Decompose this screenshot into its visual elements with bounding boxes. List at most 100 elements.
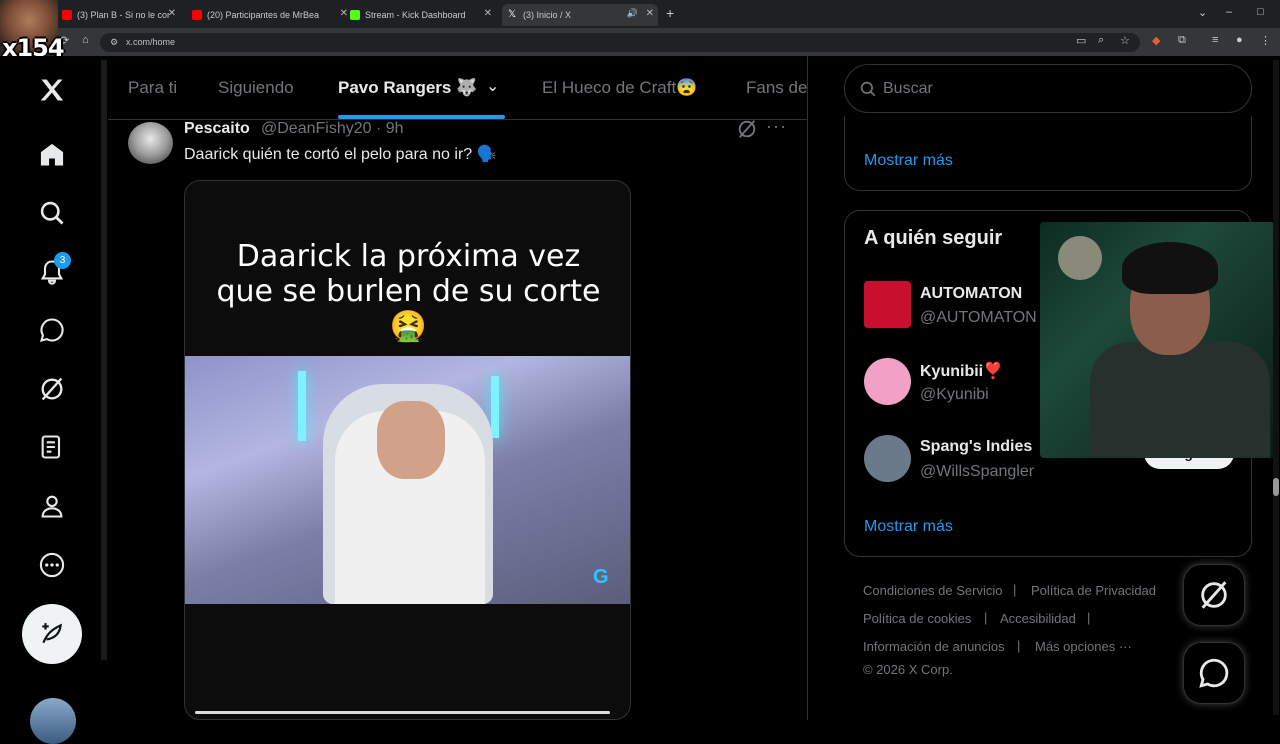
more-options-icon[interactable]: [36, 549, 68, 581]
search-placeholder: Buscar: [883, 80, 933, 97]
tab-title: Stream - Kick Dashboard: [365, 10, 466, 20]
account-name[interactable]: Kyunibii❣️: [920, 361, 1003, 381]
feather-plus-icon: [42, 623, 62, 644]
chevron-down-icon[interactable]: ⌄: [486, 76, 499, 96]
cast-icon[interactable]: ▭: [1076, 34, 1086, 47]
main-timeline: Para ti Siguiendo Pavo Rangers 🐺 ⌄ El Hu…: [108, 56, 808, 720]
tab-para-ti[interactable]: Para ti: [128, 78, 177, 98]
right-scrollbar[interactable]: [1273, 60, 1279, 715]
who-to-follow-title: A quién seguir: [864, 227, 1003, 249]
account-avatar[interactable]: [864, 281, 911, 328]
tweet-more-icon[interactable]: ···: [766, 116, 787, 137]
tweet-author-handle[interactable]: @DeanFishy20 · 9h: [261, 120, 404, 138]
kick-favicon-icon: [350, 10, 360, 20]
footer-cookies-link[interactable]: Política de cookies: [863, 611, 971, 626]
extension-icon[interactable]: ◆: [1152, 34, 1160, 47]
grok-explain-icon[interactable]: [736, 118, 758, 140]
active-tab-indicator: [338, 115, 505, 119]
browser-tab-2[interactable]: (20) Participantes de MrBeast c ✕: [186, 4, 348, 26]
feed-tabs: Para ti Siguiendo Pavo Rangers 🐺 ⌄ El Hu…: [108, 56, 808, 120]
address-bar[interactable]: ⚙ x.com/home: [100, 33, 1140, 52]
url-text: x.com/home: [126, 37, 176, 47]
youtube-favicon-icon: [62, 10, 72, 20]
tweet-author-avatar[interactable]: [128, 122, 173, 164]
footer-more-options-link[interactable]: Más opciones ···: [1035, 639, 1132, 654]
tab-search-icon[interactable]: ⌄: [1198, 6, 1207, 19]
tweet-author-name[interactable]: Pescaito: [184, 120, 250, 138]
account-avatar[interactable]: [864, 358, 911, 405]
explore-search-icon[interactable]: [36, 197, 68, 229]
video-progress-bar[interactable]: [195, 711, 610, 714]
tweet-video-media[interactable]: Daarick la próxima vez que se burlen de …: [184, 180, 631, 720]
extensions-puzzle-icon[interactable]: ⧉: [1178, 34, 1186, 47]
webcam-person-hair: [1122, 242, 1218, 294]
home-icon[interactable]: ⌂: [82, 34, 89, 46]
messages-icon[interactable]: [36, 314, 68, 346]
lists-icon[interactable]: [36, 431, 68, 463]
minimize-icon[interactable]: –: [1226, 6, 1232, 18]
profile-icon[interactable]: [36, 490, 68, 522]
close-tab-icon[interactable]: ✕: [168, 8, 176, 19]
chat-bubble-icon: [1199, 658, 1229, 688]
tab-el-hueco-de-craft[interactable]: El Hueco de Craft😨: [542, 78, 697, 98]
compose-post-button[interactable]: [22, 604, 82, 664]
account-name[interactable]: AUTOMATON: [920, 285, 1022, 303]
account-handle: @Kyunibi: [920, 386, 989, 403]
audio-icon[interactable]: 🔊: [627, 8, 638, 19]
browser-tab-3[interactable]: Stream - Kick Dashboard ✕: [344, 4, 496, 26]
webcam-person-body: [1090, 342, 1270, 458]
tab-title: (20) Participantes de MrBeast c: [207, 10, 319, 20]
left-scrollbar[interactable]: [101, 60, 107, 660]
video-frame[interactable]: G: [185, 356, 630, 604]
scrollbar-thumb[interactable]: [1273, 478, 1279, 496]
browser-menu-icon[interactable]: ⋮: [1260, 34, 1271, 47]
person-head: [377, 401, 445, 479]
account-avatar[interactable]: [30, 698, 76, 744]
close-tab-icon[interactable]: ✕: [646, 8, 654, 19]
footer-divider: |: [1013, 582, 1017, 597]
search-input[interactable]: Buscar: [844, 64, 1252, 113]
footer-terms-link[interactable]: Condiciones de Servicio: [863, 583, 1002, 598]
maximize-icon[interactable]: □: [1257, 6, 1264, 18]
tab-title: (3) Inicio / X: [523, 10, 572, 20]
browser-tab-4[interactable]: 𝕏 (3) Inicio / X 🔊 ✕: [502, 4, 658, 26]
grok-icon[interactable]: [36, 373, 68, 405]
tab-title: (3) Plan B - Si no le contesto l: [77, 10, 169, 20]
home-icon[interactable]: [36, 139, 68, 171]
footer-ads-info-link[interactable]: Información de anuncios: [863, 639, 1005, 654]
tab-fans-de[interactable]: Fans de: [746, 78, 807, 98]
media-control-icon[interactable]: ≡: [1212, 34, 1218, 46]
x-favicon-icon: 𝕏: [508, 9, 517, 20]
site-info-icon[interactable]: ⚙: [110, 33, 118, 52]
footer-copyright: © 2026 X Corp.: [863, 662, 953, 677]
account-handle: @WillsSpangler: [920, 463, 1035, 480]
tab-siguiendo[interactable]: Siguiendo: [218, 78, 294, 98]
neon-light: [298, 371, 306, 441]
grok-floating-button[interactable]: [1183, 564, 1245, 626]
close-tab-icon[interactable]: ✕: [484, 8, 492, 19]
x-logo-icon[interactable]: [36, 74, 68, 106]
footer-divider: |: [1087, 610, 1091, 625]
tab-pavo-rangers[interactable]: Pavo Rangers 🐺: [338, 78, 477, 98]
new-tab-button[interactable]: +: [666, 5, 674, 21]
neon-light: [491, 376, 499, 438]
logitech-logo-icon: G: [593, 566, 609, 588]
account-name[interactable]: Spang's Indies: [920, 438, 1032, 456]
account-avatar[interactable]: [864, 435, 911, 482]
profile-avatar-icon[interactable]: ●: [1236, 34, 1243, 46]
streamer-webcam-overlay: [1040, 222, 1275, 458]
grok-icon: [1201, 581, 1227, 609]
footer-divider: |: [1017, 638, 1021, 653]
account-handle: @AUTOMATON: [920, 309, 1037, 326]
footer-privacy-link[interactable]: Política de Privacidad: [1031, 583, 1156, 598]
browser-tab-1[interactable]: (3) Plan B - Si no le contesto l ✕: [56, 4, 180, 26]
show-more-link[interactable]: Mostrar más: [864, 518, 953, 536]
show-more-link[interactable]: Mostrar más: [864, 152, 953, 170]
zoom-icon[interactable]: ⌕: [1098, 34, 1104, 47]
trends-box: Mostrar más: [844, 116, 1252, 191]
bookmark-star-icon[interactable]: ☆: [1120, 34, 1130, 47]
footer-accessibility-link[interactable]: Accesibilidad: [1000, 611, 1076, 626]
messages-floating-button[interactable]: [1183, 642, 1245, 704]
youtube-favicon-icon: [192, 10, 202, 20]
microphone: [1058, 236, 1102, 280]
